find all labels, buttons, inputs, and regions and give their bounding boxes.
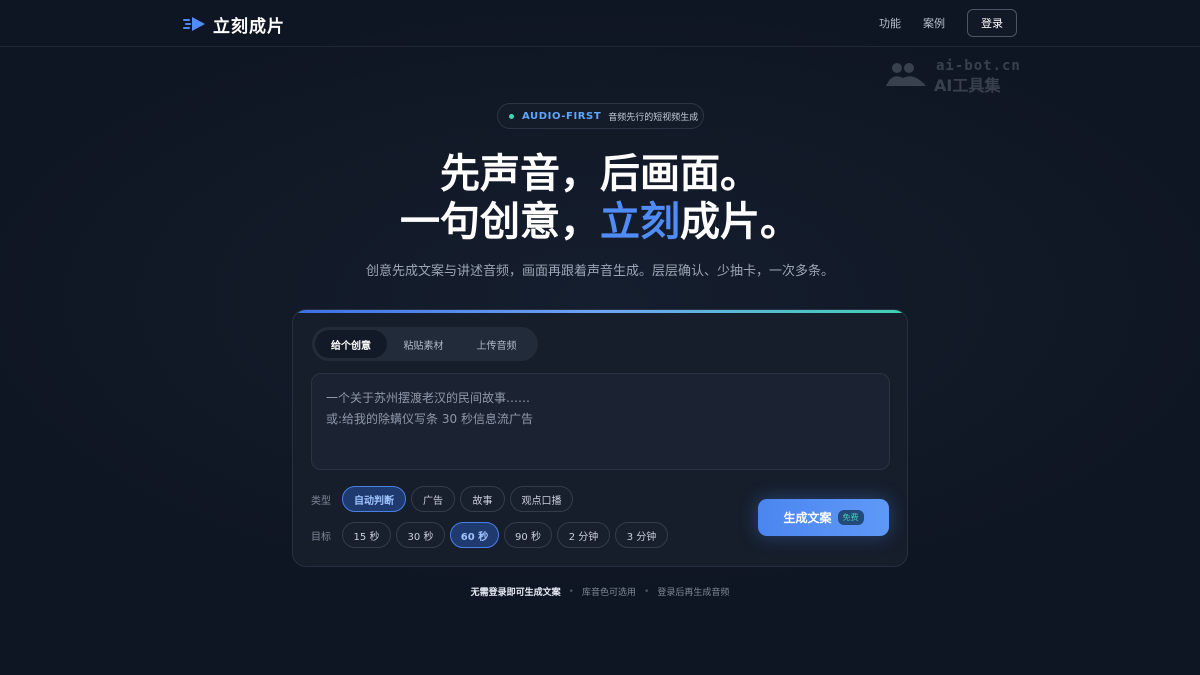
nav-cases[interactable]: 案例 [923,15,945,31]
type-chip-story[interactable]: 故事 [460,486,505,512]
duration-chip-60s[interactable]: 60 秒 [450,522,499,548]
card-accent-line [293,310,907,313]
idea-textarea[interactable]: 一个关于苏州摆渡老汉的民间故事…… 或:给我的除螨仪写条 30 秒信息流广告 [311,373,890,470]
type-chip-opinion[interactable]: 观点口播 [510,486,573,512]
duration-chip-15s[interactable]: 15 秒 [342,522,391,548]
status-dot-icon [509,113,514,119]
page: 立刻成片 功能 案例 登录 ai-bot.cn AI工具集 AUDIO-FIRS… [0,0,1200,675]
nav-features[interactable]: 功能 [879,15,901,31]
type-row: 类型 自动判断 广告 故事 观点口播 [311,486,578,512]
hero-line2-end: 成片。 [680,199,800,245]
duration-chip-2min[interactable]: 2 分钟 [557,522,610,548]
tab-idea[interactable]: 给个创意 [315,330,387,358]
free-badge: 免费 [837,510,864,525]
footnote-item-2: 库音色可选用 [581,588,636,598]
watermark: ai-bot.cn AI工具集 [884,58,1024,95]
hero-line2-accent: 立刻 [600,199,680,245]
hero-title-line2: 一句创意，立刻成片。 [0,199,1200,245]
login-button[interactable]: 登录 [967,9,1017,37]
input-mode-tabs: 给个创意 粘贴素材 上传音频 [312,327,538,361]
footnote-separator: • [568,586,574,597]
generate-script-button[interactable]: 生成文案 免费 [758,499,889,536]
footnote-item-3: 登录后再生成音频 [657,588,730,598]
placeholder-line2: 或:给我的除螨仪写条 30 秒信息流广告 [326,412,533,426]
duration-chip-30s[interactable]: 30 秒 [396,522,445,548]
footnote-separator: • [644,586,650,597]
type-label: 类型 [311,495,331,507]
tab-paste-material[interactable]: 粘贴素材 [387,330,460,358]
footnote: 无需登录即可生成文案 • 库音色可选用 • 登录后再生成音频 [0,585,1200,599]
badge-title: AUDIO-FIRST [522,110,602,122]
target-row: 目标 15 秒 30 秒 60 秒 90 秒 2 分钟 3 分钟 [311,522,673,548]
top-nav: 功能 案例 登录 [879,9,1017,37]
watermark-name: AI工具集 [934,76,1001,95]
hero-line2-start: 一句创意， [400,199,600,245]
hero-subtitle: 创意先成文案与讲述音频，画面再跟着声音生成。层层确认、少抽卡，一次多条。 [365,264,834,279]
generate-label: 生成文案 [783,511,832,525]
hero-title-line1: 先声音，后画面。 [440,151,760,197]
duration-chip-3min[interactable]: 3 分钟 [615,522,668,548]
audio-first-badge: AUDIO-FIRST 音频先行的短视频生成 [497,103,704,129]
tab-upload-audio[interactable]: 上传音频 [460,330,533,358]
play-arrow-logo-icon [183,17,205,31]
watermark-logo-icon [886,63,926,86]
type-chip-ad[interactable]: 广告 [411,486,455,512]
top-bar: 立刻成片 功能 案例 登录 [0,0,1200,47]
composer-card: 给个创意 粘贴素材 上传音频 一个关于苏州摆渡老汉的民间故事…… 或:给我的除螨… [292,309,908,567]
badge-text: 音频先行的短视频生成 [608,112,699,123]
duration-chip-90s[interactable]: 90 秒 [504,522,552,548]
placeholder-line1: 一个关于苏州摆渡老汉的民间故事…… [326,391,531,405]
type-chip-auto[interactable]: 自动判断 [342,486,406,512]
footnote-item-1: 无需登录即可生成文案 [470,588,561,598]
target-label: 目标 [311,531,331,543]
brand-name: 立刻成片 [213,16,285,37]
brand[interactable]: 立刻成片 [183,12,285,37]
